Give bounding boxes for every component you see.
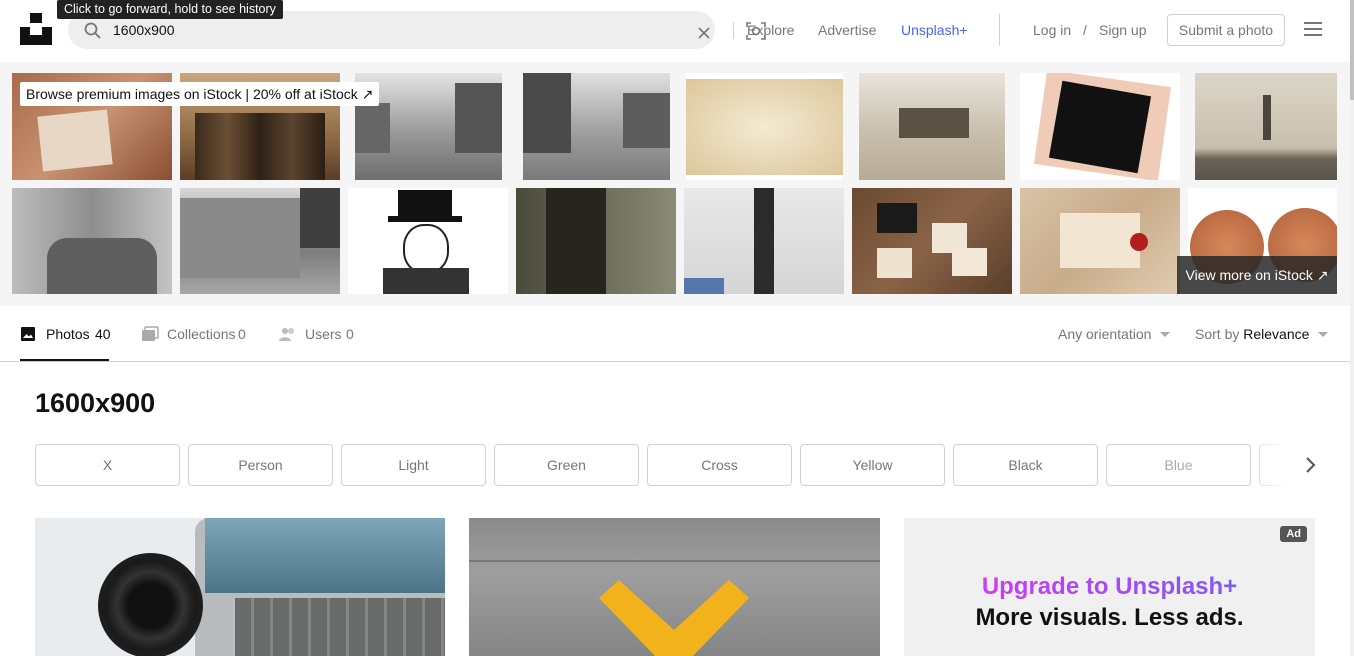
page-title: 1600x900 xyxy=(35,388,156,418)
orientation-filter[interactable]: Any orientation xyxy=(1058,326,1151,342)
sort-value: Relevance xyxy=(1243,326,1310,342)
nav-separator: / xyxy=(1083,22,1087,38)
search-tabs-bar: Photos 40 Collections 0 Users 0 Any orie… xyxy=(0,306,1350,362)
istock-thumbnail[interactable] xyxy=(348,188,508,294)
chevron-down-icon xyxy=(1318,332,1328,337)
tab-photos-label: Photos xyxy=(46,326,90,342)
nav-advertise-link[interactable]: Advertise xyxy=(818,22,876,38)
search-input[interactable]: 1600x900 xyxy=(113,21,175,39)
tab-users-label: Users xyxy=(305,326,342,342)
photo-card[interactable] xyxy=(35,518,445,656)
istock-thumbnail[interactable] xyxy=(12,188,172,294)
search-divider xyxy=(733,22,734,39)
related-chip[interactable]: Green xyxy=(494,444,639,486)
related-chip[interactable]: Blue xyxy=(1106,444,1251,486)
related-chip[interactable]: Cross xyxy=(647,444,792,486)
istock-thumbnail[interactable] xyxy=(1195,73,1337,180)
sort-prefix: Sort by xyxy=(1195,326,1240,342)
photo-card[interactable] xyxy=(469,518,880,656)
submit-photo-button[interactable]: Submit a photo xyxy=(1167,14,1285,46)
tab-users-count: 0 xyxy=(346,326,354,342)
istock-thumbnail[interactable] xyxy=(1020,188,1180,294)
users-icon xyxy=(279,326,295,342)
nav-divider xyxy=(999,14,1000,46)
scrollbar-thumb[interactable] xyxy=(1350,0,1354,100)
chevron-right-icon[interactable] xyxy=(1300,455,1320,475)
istock-thumbnail[interactable] xyxy=(859,73,1005,180)
tab-photos-count: 40 xyxy=(95,326,111,342)
chevron-down-icon xyxy=(1160,332,1170,337)
istock-thumbnail[interactable] xyxy=(686,73,843,180)
tab-collections-count: 0 xyxy=(238,326,246,342)
istock-thumbnail[interactable] xyxy=(180,188,340,294)
related-chip[interactable]: Light xyxy=(341,444,486,486)
search-icon xyxy=(84,22,101,39)
photo-icon xyxy=(20,326,36,342)
istock-thumbnail[interactable] xyxy=(1020,73,1180,180)
close-icon[interactable] xyxy=(697,26,711,40)
ad-badge: Ad xyxy=(1280,526,1307,542)
unsplash-logo-icon[interactable] xyxy=(20,13,52,45)
ad-headline-text: Upgrade to Unsplash+ xyxy=(981,573,1238,600)
browser-tooltip: Click to go forward, hold to see history xyxy=(57,0,283,19)
active-tab-indicator xyxy=(20,359,109,361)
collections-icon xyxy=(141,326,159,342)
sort-filter[interactable]: Sort by Relevance xyxy=(1195,326,1309,342)
hamburger-menu-icon[interactable] xyxy=(1304,22,1322,37)
related-chip[interactable]: Black xyxy=(953,444,1098,486)
nav-unsplash-plus-link[interactable]: Unsplash+ xyxy=(901,22,968,38)
istock-thumbnail[interactable] xyxy=(852,188,1012,294)
tab-collections-label: Collections xyxy=(167,326,236,342)
istock-thumbnail[interactable] xyxy=(523,73,670,180)
ad-card[interactable]: Ad Upgrade to Unsplash+ More visuals. Le… xyxy=(904,518,1315,656)
ad-headline: Upgrade to Unsplash+ xyxy=(904,574,1315,600)
related-chip[interactable]: Yellow xyxy=(800,444,945,486)
istock-promo-label[interactable]: Browse premium images on iStock | 20% of… xyxy=(20,82,380,106)
page-scrollbar[interactable] xyxy=(1350,0,1354,656)
view-more-istock-button[interactable]: View more on iStock ↗ xyxy=(1177,256,1337,294)
related-chip[interactable]: Person xyxy=(188,444,333,486)
ad-subline: More visuals. Less ads. xyxy=(975,604,1244,631)
related-chip[interactable]: X xyxy=(35,444,180,486)
istock-thumbnail[interactable] xyxy=(516,188,676,294)
istock-thumbnail[interactable] xyxy=(684,188,844,294)
signup-link[interactable]: Sign up xyxy=(1099,22,1146,38)
nav-explore-link[interactable]: Explore xyxy=(747,22,794,38)
login-link[interactable]: Log in xyxy=(1033,22,1071,38)
